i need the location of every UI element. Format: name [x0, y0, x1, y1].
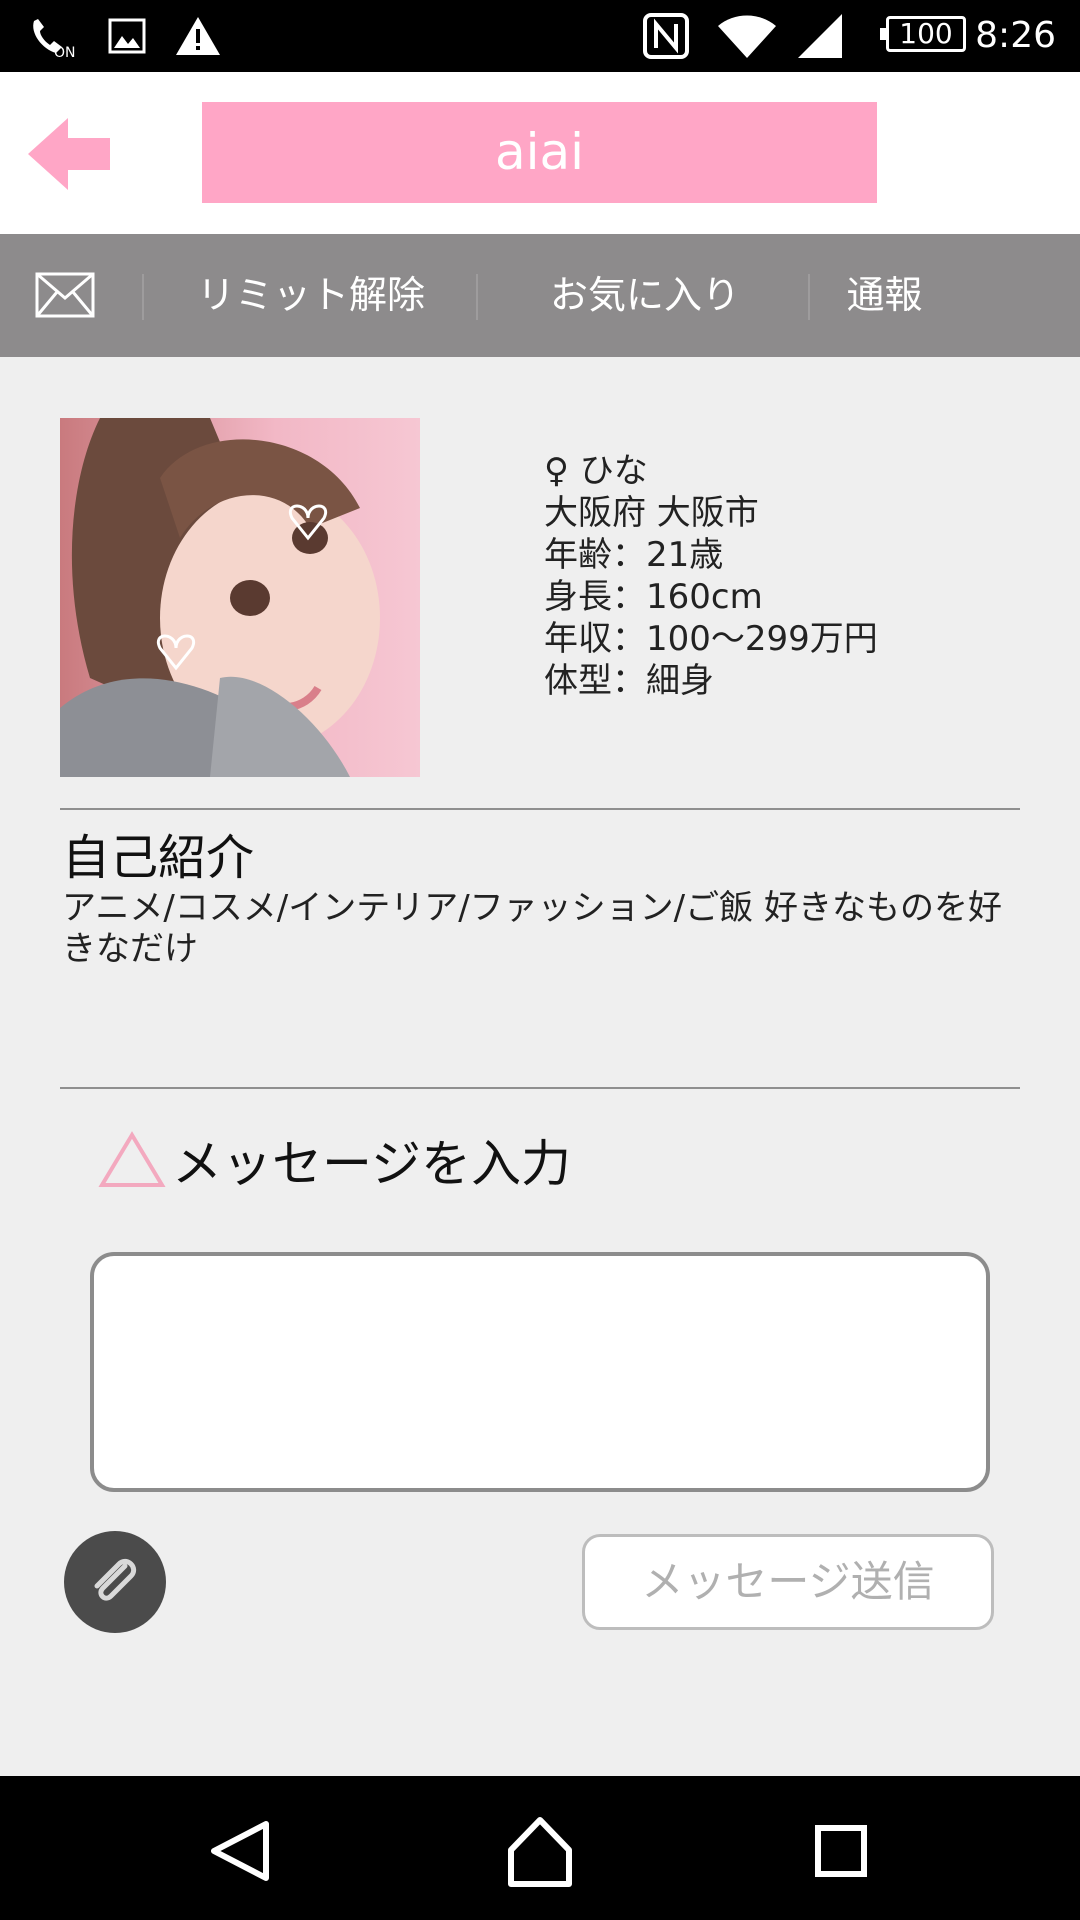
- battery-indicator: 100: [880, 16, 966, 52]
- divider: [60, 808, 1020, 810]
- intro-text: アニメ/コスメ/インテリア/ファッション/ご飯 好きなものを好きなだけ: [62, 888, 1002, 969]
- divider: [808, 274, 810, 320]
- favorite-button[interactable]: お気に入り: [480, 234, 810, 357]
- back-arrow-icon: [28, 118, 110, 190]
- send-message-button[interactable]: メッセージ送信: [582, 1534, 994, 1630]
- message-input[interactable]: [90, 1252, 990, 1492]
- nav-home-button[interactable]: [495, 1806, 585, 1896]
- report-button[interactable]: 通報: [812, 234, 957, 357]
- message-label-row: メッセージを入力: [98, 1120, 571, 1200]
- navigation-bar: [0, 1776, 1080, 1920]
- limit-release-button[interactable]: リミット解除: [146, 234, 476, 357]
- message-label: メッセージを入力: [172, 1135, 571, 1193]
- recents-icon: [815, 1825, 867, 1877]
- home-icon: [508, 1817, 572, 1887]
- profile-body-type: 体型：細身: [544, 661, 714, 701]
- profile-income: 年収：100〜299万円: [544, 619, 878, 659]
- nfc-call-icon: ON: [28, 0, 78, 72]
- mail-button[interactable]: [0, 234, 130, 357]
- divider: [142, 274, 144, 320]
- clock: 8:26: [975, 15, 1056, 56]
- profile-info: ♀ ひな 大阪府 大阪市 年齢：21歳 身長：160cm 年収：100〜299万…: [544, 450, 878, 702]
- header: aiai: [0, 72, 1080, 234]
- triangle-icon: [98, 1131, 166, 1187]
- divider: [476, 274, 478, 320]
- profile-location: 大阪府 大阪市: [544, 493, 759, 533]
- paperclip-icon: [94, 1558, 137, 1601]
- profile-photo[interactable]: [60, 418, 420, 777]
- profile-height: 身長：160cm: [544, 577, 763, 617]
- warning-icon: [174, 0, 222, 72]
- wifi-icon: [716, 0, 778, 72]
- signal-icon: [796, 0, 844, 72]
- profile-age: 年齢：21歳: [544, 535, 724, 575]
- intro-title: 自己紹介: [62, 830, 255, 886]
- nav-back-icon: [211, 1821, 269, 1881]
- back-button[interactable]: [26, 114, 116, 194]
- status-bar: ON 100 8:26: [0, 0, 1080, 72]
- action-bar: リミット解除 お気に入り 通報: [0, 234, 1080, 357]
- image-icon: [108, 0, 146, 72]
- page-title: aiai: [202, 102, 877, 203]
- mail-icon: [35, 272, 95, 318]
- svg-text:ON: ON: [54, 45, 76, 59]
- nav-recents-button[interactable]: [796, 1806, 886, 1896]
- attach-button[interactable]: [64, 1531, 166, 1633]
- divider: [60, 1087, 1020, 1089]
- nfc-n-icon: [642, 0, 690, 72]
- nav-back-button[interactable]: [196, 1806, 286, 1896]
- profile-name: ♀ ひな: [544, 451, 648, 491]
